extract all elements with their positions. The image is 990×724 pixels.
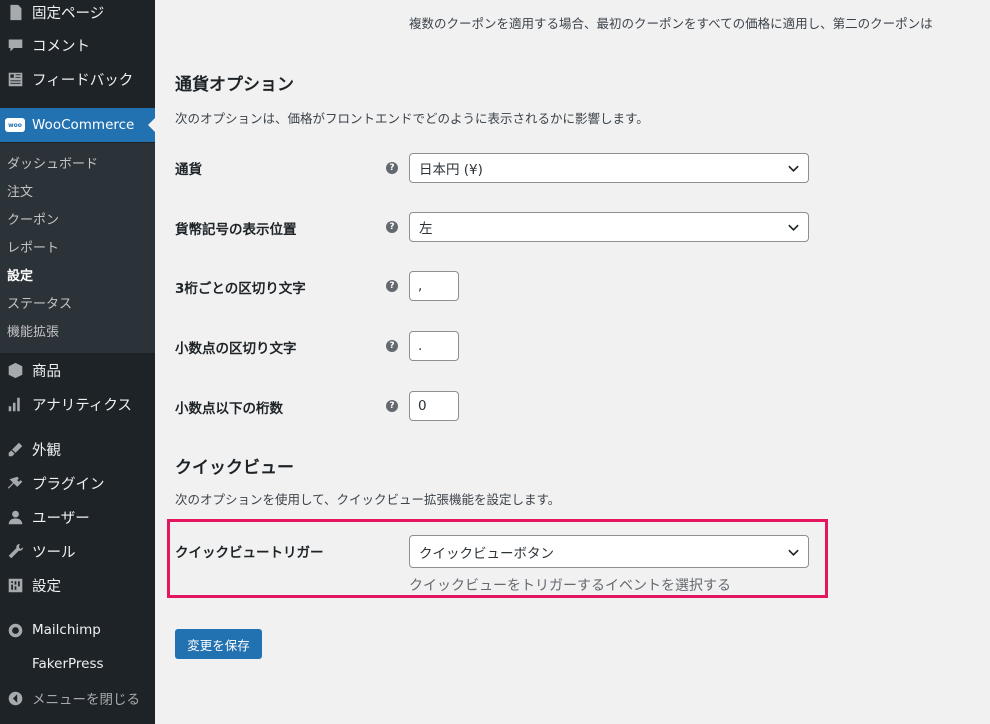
quickview-trigger-label: クイックビュートリガー	[175, 545, 324, 561]
chevron-down-icon	[788, 549, 799, 557]
save-changes-button[interactable]: 変更を保存	[175, 629, 262, 659]
submenu-status[interactable]: ステータス	[7, 293, 72, 312]
menu-item-collapse[interactable]: メニューを閉じる	[0, 681, 155, 715]
submenu-coupons[interactable]: クーポン	[7, 209, 59, 228]
currency-label: 通貨	[175, 162, 202, 178]
menu-item-feedback[interactable]: フィードバック	[0, 62, 155, 96]
menu-label: アナリティクス	[32, 397, 132, 414]
submenu-dashboard[interactable]: ダッシュボード	[7, 153, 98, 172]
submenu-reports[interactable]: レポート	[7, 237, 59, 256]
comment-icon	[5, 35, 25, 55]
tool-icon	[5, 541, 25, 561]
quickview-trigger-value: クイックビューボタン	[419, 545, 554, 562]
currency-options-description: 次のオプションは、価格がフロントエンドでどのように表示されるかに影響します。	[175, 111, 649, 126]
current-menu-arrow	[148, 117, 156, 133]
help-icon[interactable]: ?	[386, 280, 398, 292]
menu-label: フィードバック	[32, 72, 134, 89]
woocommerce-submenu: ダッシュボード 注文 クーポン レポート 設定 ステータス 機能拡張	[0, 143, 155, 353]
menu-label: WooCommerce	[32, 117, 135, 133]
product-icon	[5, 360, 25, 380]
menu-item-settings[interactable]: 設定	[0, 568, 155, 602]
menu-label: 外観	[32, 442, 61, 459]
help-icon[interactable]: ?	[386, 162, 398, 174]
feedback-icon	[5, 69, 25, 89]
menu-label: プラグイン	[32, 476, 105, 493]
currency-select[interactable]: 日本円 (¥)	[409, 153, 809, 183]
menu-label: FakerPress	[32, 656, 104, 672]
menu-label: コメント	[32, 38, 90, 55]
quickview-trigger-help: クイックビューをトリガーするイベントを選択する	[409, 578, 731, 594]
menu-label: 固定ページ	[32, 5, 105, 22]
menu-item-users[interactable]: ユーザー	[0, 500, 155, 534]
menu-label: ユーザー	[32, 510, 90, 527]
menu-item-mailchimp[interactable]: Mailchimp	[0, 613, 155, 647]
submenu-orders[interactable]: 注文	[7, 181, 33, 200]
currency-options-heading: 通貨オプション	[175, 75, 294, 95]
chevron-down-icon	[788, 165, 799, 173]
decimal-separator-label: 小数点の区切り文字	[175, 341, 297, 357]
analytics-icon	[5, 394, 25, 414]
menu-label: 設定	[32, 578, 61, 595]
decimal-separator-input[interactable]: .	[409, 331, 459, 361]
menu-item-comments[interactable]: コメント	[0, 28, 155, 62]
coupon-description: 複数のクーポンを適用する場合、最初のクーポンをすべての価格に適用し、第二のクーポ…	[409, 16, 933, 31]
woocommerce-icon: woo	[5, 115, 25, 135]
plugin-icon	[5, 473, 25, 493]
appearance-icon	[5, 439, 25, 459]
help-icon[interactable]: ?	[386, 221, 398, 233]
admin-sidebar: 固定ページ コメント フィードバック woo WooCommerce ダッシュボ…	[0, 0, 156, 724]
mailchimp-icon	[5, 620, 25, 640]
currency-value: 日本円 (¥)	[419, 162, 483, 178]
currency-position-label: 貨幣記号の表示位置	[175, 222, 297, 238]
number-of-decimals-input[interactable]: 0	[409, 391, 459, 421]
menu-item-appearance[interactable]: 外観	[0, 432, 155, 466]
menu-label: 商品	[32, 363, 61, 380]
collapse-icon	[5, 688, 25, 708]
menu-item-pages[interactable]: 固定ページ	[0, 0, 155, 29]
quickview-description: 次のオプションを使用して、クイックビュー拡張機能を設定します。	[175, 492, 561, 507]
submenu-extensions[interactable]: 機能拡張	[7, 321, 59, 340]
menu-item-fakerpress[interactable]: FakerPress	[0, 647, 155, 681]
menu-label: ツール	[32, 544, 76, 561]
page-icon	[5, 2, 25, 22]
menu-label: Mailchimp	[32, 622, 101, 638]
menu-item-products[interactable]: 商品	[0, 353, 155, 387]
thousand-separator-label: 3桁ごとの区切り文字	[175, 281, 306, 297]
thousand-separator-input[interactable]: ,	[409, 271, 459, 301]
menu-item-analytics[interactable]: アナリティクス	[0, 387, 155, 421]
settings-icon	[5, 575, 25, 595]
quickview-trigger-select[interactable]: クイックビューボタン	[409, 535, 809, 568]
user-icon	[5, 507, 25, 527]
menu-label: メニューを閉じる	[32, 692, 140, 708]
quickview-heading: クイックビュー	[175, 458, 294, 478]
number-of-decimals-label: 小数点以下の桁数	[175, 401, 283, 417]
currency-position-select[interactable]: 左	[409, 212, 809, 242]
menu-item-plugins[interactable]: プラグイン	[0, 466, 155, 500]
help-icon[interactable]: ?	[386, 400, 398, 412]
currency-position-value: 左	[419, 221, 433, 237]
menu-item-woocommerce[interactable]: woo WooCommerce	[0, 108, 156, 142]
chevron-down-icon	[788, 224, 799, 232]
menu-item-tools[interactable]: ツール	[0, 534, 155, 568]
help-icon[interactable]: ?	[386, 340, 398, 352]
submenu-settings[interactable]: 設定	[7, 265, 33, 284]
